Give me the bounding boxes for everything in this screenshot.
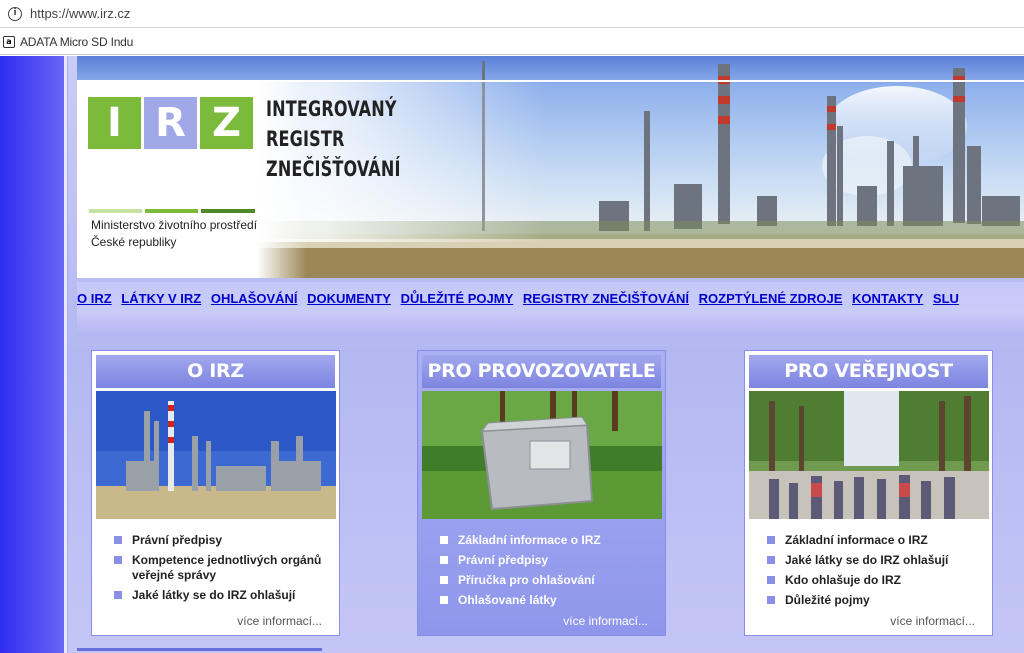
list-item[interactable]: Jaké látky se do IRZ ohlašují bbox=[114, 588, 324, 603]
waste-container-image[interactable] bbox=[422, 391, 662, 519]
more-info-link[interactable]: více informací... bbox=[890, 614, 975, 628]
ministry-line1: Ministerstvo životního prostředí bbox=[91, 218, 258, 232]
logo-letter-r[interactable]: R bbox=[144, 97, 197, 149]
nav-item-pojmy[interactable]: DŮLEŽITÉ POJMY bbox=[401, 291, 514, 306]
nav-item-slu[interactable]: SLU bbox=[933, 291, 959, 306]
card-title[interactable]: O IRZ bbox=[96, 355, 335, 388]
nav-item-dokumenty[interactable]: DOKUMENTY bbox=[307, 291, 391, 306]
nav-item-registry[interactable]: REGISTRY ZNEČIŠŤOVÁNÍ bbox=[523, 291, 689, 306]
logo-letter-i[interactable]: I bbox=[88, 97, 141, 149]
bottom-strip bbox=[77, 648, 322, 651]
site-title-line1: INTEGROVANÝ REGISTR bbox=[266, 97, 397, 151]
nav-item-latky[interactable]: LÁTKY V IRZ bbox=[121, 291, 201, 306]
bookmarks-bar: a ADATA Micro SD Indu bbox=[0, 29, 1024, 55]
crowd-street-image[interactable] bbox=[749, 391, 989, 519]
nav-item-kontakty[interactable]: KONTAKTY bbox=[852, 291, 923, 306]
more-info-link[interactable]: více informací... bbox=[563, 614, 648, 628]
card-title[interactable]: PRO VEŘEJNOST bbox=[749, 355, 988, 388]
nav-item-o-irz[interactable]: O IRZ bbox=[77, 291, 112, 306]
list-item[interactable]: Ohlašované látky bbox=[440, 593, 650, 608]
bookmark-item[interactable]: ADATA Micro SD Indu bbox=[20, 35, 133, 49]
card-pro-verejnost: PRO VEŘEJNOST Základní informace o IRZ J… bbox=[744, 350, 993, 636]
url-text[interactable]: https://www.irz.cz bbox=[30, 6, 130, 21]
list-item[interactable]: Kdo ohlašuje do IRZ bbox=[767, 573, 977, 588]
card-link-list: Právní předpisy Kompetence jednotlivých … bbox=[114, 533, 324, 608]
list-item[interactable]: Kompetence jednotlivých orgánů veřejné s… bbox=[114, 553, 324, 583]
card-o-irz: O IRZ Právní předpisy Kompetence jednotl… bbox=[91, 350, 340, 636]
nav-item-ohlasovani[interactable]: OHLAŠOVÁNÍ bbox=[211, 291, 298, 306]
page-content: I R Z INTEGROVANÝ REGISTR ZNEČIŠŤOVÁNÍ M… bbox=[68, 56, 1024, 653]
list-item[interactable]: Základní informace o IRZ bbox=[440, 533, 650, 548]
bookmark-favicon-icon: a bbox=[3, 35, 15, 48]
card-title[interactable]: PRO PROVOZOVATELE bbox=[422, 355, 661, 388]
list-item[interactable]: Důležité pojmy bbox=[767, 593, 977, 608]
page-background: I R Z INTEGROVANÝ REGISTR ZNEČIŠŤOVÁNÍ M… bbox=[0, 56, 1024, 653]
ministry-label: Ministerstvo životního prostředí České r… bbox=[91, 217, 257, 251]
nav-item-zdroje[interactable]: ROZPTÝLENÉ ZDROJE bbox=[699, 291, 843, 306]
list-item[interactable]: Právní předpisy bbox=[114, 533, 324, 548]
refinery-image[interactable] bbox=[96, 391, 336, 519]
site-title[interactable]: INTEGROVANÝ REGISTR ZNEČIŠŤOVÁNÍ bbox=[266, 94, 470, 184]
list-item[interactable]: Základní informace o IRZ bbox=[767, 533, 977, 548]
list-item[interactable]: Právní předpisy bbox=[440, 553, 650, 568]
more-info-link[interactable]: více informací... bbox=[237, 614, 322, 628]
info-icon[interactable]: i bbox=[8, 6, 22, 21]
list-item[interactable]: Příručka pro ohlašování bbox=[440, 573, 650, 588]
left-edge-divider bbox=[64, 56, 67, 653]
header-banner: I R Z INTEGROVANÝ REGISTR ZNEČIŠŤOVÁNÍ M… bbox=[77, 56, 1024, 278]
ministry-line2: České republiky bbox=[91, 235, 177, 249]
left-sidebar-band bbox=[0, 56, 66, 653]
main-navigation: O IRZ LÁTKY V IRZ OHLAŠOVÁNÍ DOKUMENTY D… bbox=[77, 282, 1024, 336]
card-pro-provozovatele: PRO PROVOZOVATELE Základní informace o I… bbox=[417, 350, 666, 636]
list-item[interactable]: Jaké látky se do IRZ ohlašují bbox=[767, 553, 977, 568]
banner-topline bbox=[77, 80, 1024, 82]
site-title-line2: ZNEČIŠŤOVÁNÍ bbox=[266, 157, 401, 181]
logo-letter-z[interactable]: Z bbox=[200, 97, 253, 149]
card-link-list: Základní informace o IRZ Právní předpisy… bbox=[440, 533, 650, 613]
card-link-list: Základní informace o IRZ Jaké látky se d… bbox=[767, 533, 977, 613]
address-bar[interactable]: i https://www.irz.cz bbox=[0, 0, 1024, 28]
logo-color-lines bbox=[89, 209, 255, 213]
